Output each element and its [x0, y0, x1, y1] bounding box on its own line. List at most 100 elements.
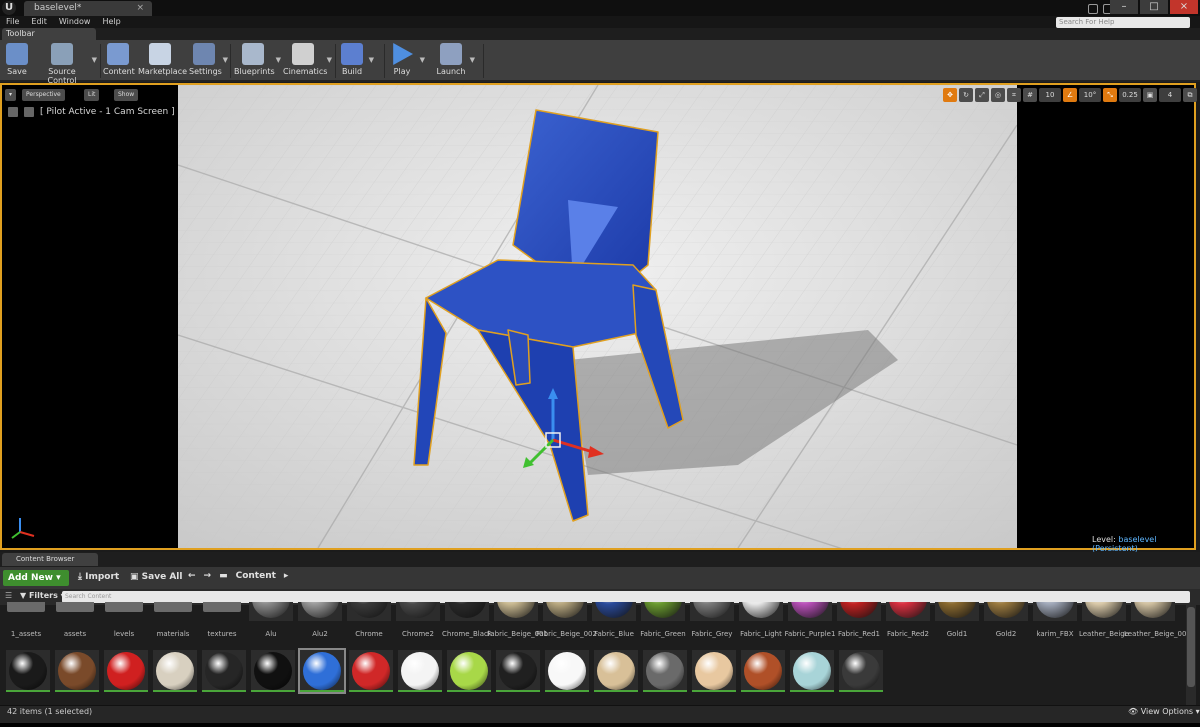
- asset-thumbnail[interactable]: [494, 602, 538, 621]
- asset-thumbnail[interactable]: [445, 602, 489, 621]
- chevron-down-icon[interactable]: ▼: [470, 56, 475, 64]
- asset-thumbnail[interactable]: [447, 650, 491, 692]
- asset-thumbnail[interactable]: [347, 602, 391, 621]
- asset-thumbnail[interactable]: [104, 650, 148, 692]
- asset-thumbnail[interactable]: [739, 602, 783, 621]
- content-browser-tab[interactable]: Content Browser: [2, 553, 98, 566]
- grid-snap-value[interactable]: 10: [1039, 88, 1061, 102]
- show-button[interactable]: Show: [114, 89, 139, 101]
- camera-icon[interactable]: [8, 107, 18, 117]
- folder-icon[interactable]: [7, 602, 45, 612]
- view-options-button[interactable]: 👁 View Options ▾: [1128, 707, 1200, 716]
- viewport-options-button[interactable]: ▾: [5, 89, 17, 101]
- asset-thumbnail[interactable]: [839, 650, 883, 692]
- scale-icon[interactable]: ⤢: [975, 88, 989, 102]
- notification-icon[interactable]: [1087, 4, 1098, 14]
- folder-icon[interactable]: [154, 602, 192, 612]
- asset-thumbnail[interactable]: [1033, 602, 1077, 621]
- forward-arrow-icon[interactable]: →: [204, 571, 212, 581]
- import-button[interactable]: ⤓ Import: [78, 572, 119, 582]
- breadcrumb-content[interactable]: Content: [236, 571, 276, 581]
- folder-icon[interactable]: [203, 602, 241, 612]
- asset-thumbnail[interactable]: [1082, 602, 1126, 621]
- asset-thumbnail[interactable]: [249, 602, 293, 621]
- eject-icon[interactable]: [24, 107, 34, 117]
- scale-snap-icon[interactable]: ⤡: [1103, 88, 1117, 102]
- chevron-down-icon[interactable]: ▼: [92, 56, 97, 64]
- world-icon[interactable]: ◎: [991, 88, 1005, 102]
- menu-help[interactable]: Help: [102, 16, 120, 28]
- asset-thumbnail[interactable]: [202, 650, 246, 692]
- launch-button[interactable]: Launch ▼: [436, 42, 475, 80]
- scale-snap-value[interactable]: 0.25: [1119, 88, 1141, 102]
- asset-thumbnail[interactable]: [690, 602, 734, 621]
- blueprints-button[interactable]: Blueprints ▼: [234, 42, 281, 80]
- chevron-right-icon[interactable]: ▸: [284, 571, 289, 581]
- asset-thumbnail[interactable]: [349, 650, 393, 692]
- asset-thumbnail[interactable]: [251, 650, 295, 692]
- asset-thumbnail[interactable]: [398, 650, 442, 692]
- asset-thumbnail[interactable]: [6, 650, 50, 692]
- translate-icon[interactable]: ✥: [943, 88, 957, 102]
- menu-edit[interactable]: Edit: [31, 16, 47, 28]
- content-button[interactable]: Content: [103, 42, 135, 80]
- asset-thumbnail[interactable]: [55, 650, 99, 692]
- scrollbar-thumb[interactable]: [1187, 607, 1195, 687]
- sources-toggle-icon[interactable]: ☰: [5, 591, 12, 600]
- asset-thumbnail[interactable]: [298, 602, 342, 621]
- asset-thumbnail[interactable]: [641, 602, 685, 621]
- asset-thumbnail[interactable]: [788, 602, 832, 621]
- add-new-button[interactable]: Add New ▾: [3, 570, 69, 586]
- toolbar-tab[interactable]: Toolbar: [2, 28, 96, 40]
- selected-asset-thumbnail[interactable]: [298, 648, 346, 694]
- folder-icon[interactable]: [105, 602, 143, 612]
- close-button[interactable]: ×: [1170, 0, 1198, 14]
- asset-thumbnail[interactable]: [153, 650, 197, 692]
- asset-thumbnail[interactable]: [643, 650, 687, 692]
- maximize-viewport-icon[interactable]: ⧉: [1183, 88, 1197, 102]
- asset-thumbnail[interactable]: [594, 650, 638, 692]
- help-search-input[interactable]: Search For Help: [1056, 17, 1190, 28]
- camera-speed-icon[interactable]: ▣: [1143, 88, 1157, 102]
- source-control-button[interactable]: Source Control ▼: [36, 42, 97, 85]
- save-all-button[interactable]: ▣ Save All: [130, 572, 182, 582]
- filters-button[interactable]: ▼ Filters ▾: [20, 591, 65, 600]
- perspective-button[interactable]: Perspective: [22, 89, 65, 101]
- settings-button[interactable]: Settings ▼: [189, 42, 228, 80]
- save-button[interactable]: Save: [4, 42, 30, 80]
- surface-snap-icon[interactable]: ⌗: [1007, 88, 1021, 102]
- grid-snap-icon[interactable]: #: [1023, 88, 1037, 102]
- asset-thumbnail[interactable]: [543, 602, 587, 621]
- close-tab-icon[interactable]: ×: [136, 1, 144, 16]
- cinematics-button[interactable]: Cinematics ▼: [283, 42, 332, 80]
- asset-thumbnail[interactable]: [1131, 602, 1175, 621]
- minimize-button[interactable]: –: [1110, 0, 1138, 14]
- asset-thumbnail[interactable]: [592, 602, 636, 621]
- viewport-scene[interactable]: [178, 85, 1017, 548]
- menu-window[interactable]: Window: [59, 16, 91, 28]
- asset-thumbnail[interactable]: [496, 650, 540, 692]
- chevron-down-icon[interactable]: ▼: [369, 56, 374, 64]
- asset-thumbnail[interactable]: [790, 650, 834, 692]
- rotation-snap-icon[interactable]: ∠: [1063, 88, 1077, 102]
- chevron-down-icon[interactable]: ▼: [327, 56, 332, 64]
- folder-icon[interactable]: [56, 602, 94, 612]
- menu-file[interactable]: File: [6, 16, 19, 28]
- play-button[interactable]: Play ▼: [388, 42, 425, 80]
- camera-speed-value[interactable]: 4: [1159, 88, 1181, 102]
- asset-thumbnail[interactable]: [886, 602, 930, 621]
- asset-thumbnail[interactable]: [396, 602, 440, 621]
- rotation-snap-value[interactable]: 10°: [1079, 88, 1101, 102]
- chevron-down-icon[interactable]: ▼: [223, 56, 228, 64]
- asset-thumbnail[interactable]: [984, 602, 1028, 621]
- rotate-icon[interactable]: ↻: [959, 88, 973, 102]
- chevron-down-icon[interactable]: ▼: [420, 56, 425, 64]
- maximize-button[interactable]: □: [1140, 0, 1168, 14]
- lit-button[interactable]: Lit: [84, 89, 100, 101]
- asset-thumbnail[interactable]: [741, 650, 785, 692]
- asset-thumbnail[interactable]: [935, 602, 979, 621]
- build-button[interactable]: Build ▼: [339, 42, 374, 80]
- back-arrow-icon[interactable]: ←: [188, 571, 196, 581]
- asset-thumbnail[interactable]: [837, 602, 881, 621]
- document-tab[interactable]: baselevel* ×: [24, 1, 152, 16]
